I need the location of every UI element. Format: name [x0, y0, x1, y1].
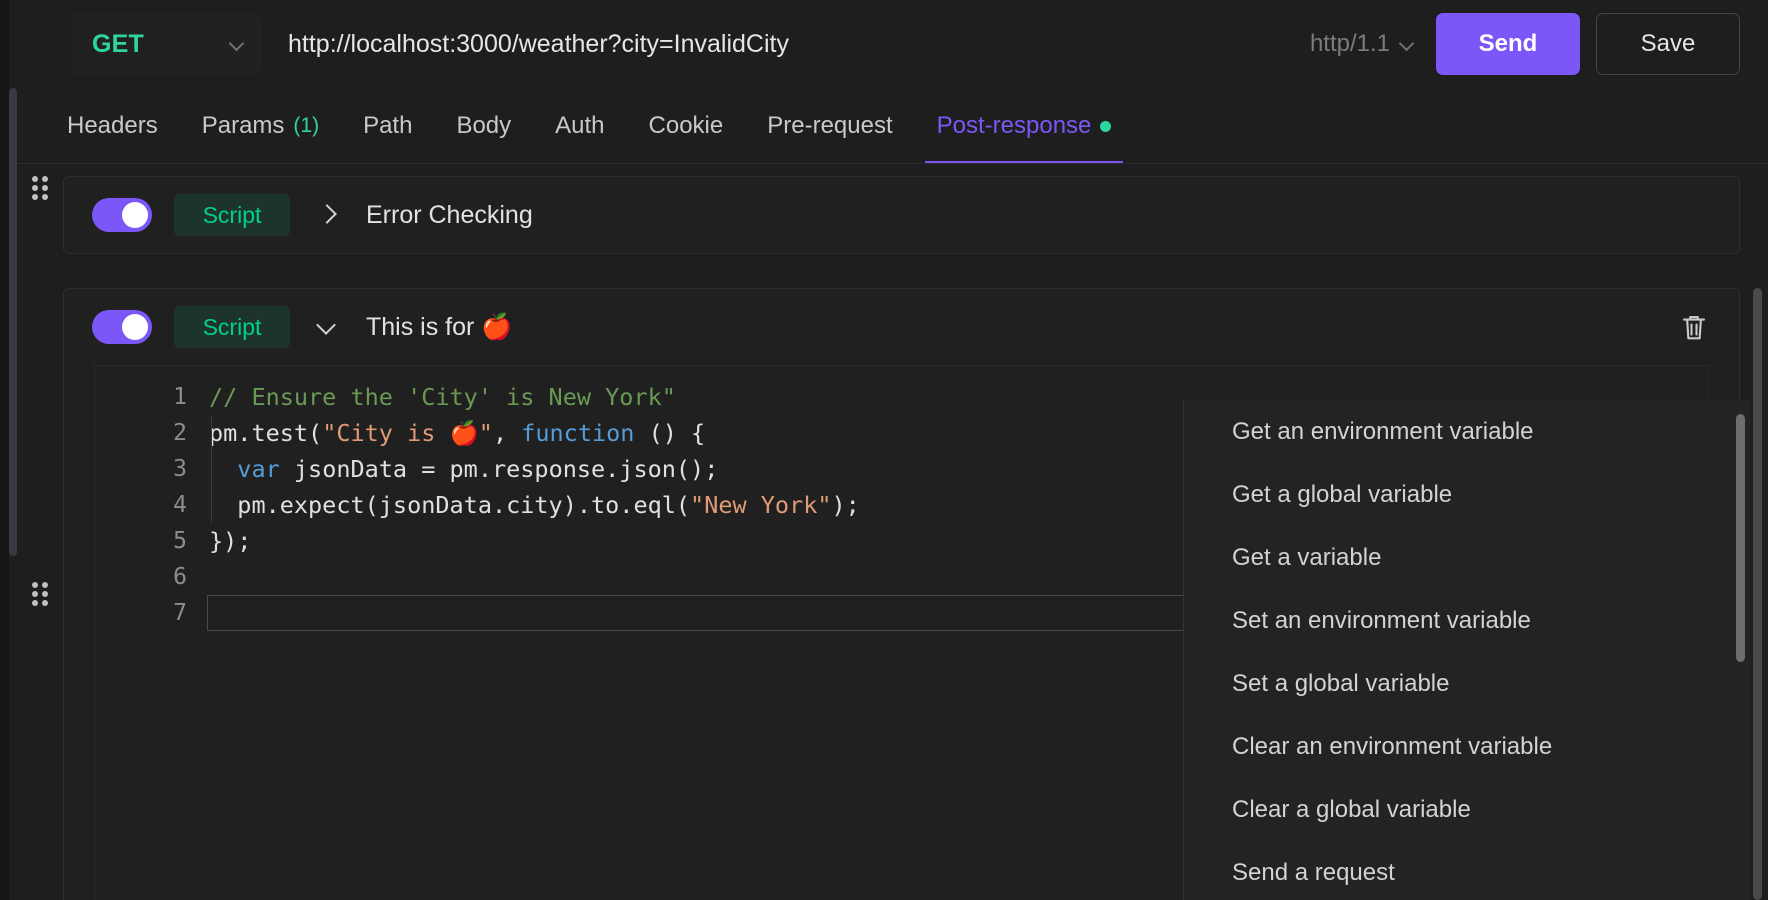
tab-headers[interactable]: Headers	[45, 88, 180, 164]
code-token-string: "City is 🍎"	[322, 419, 493, 447]
code-token-plain: pm.expect(jsonData.city).to.eql(	[209, 491, 691, 519]
request-url-bar: GET http/1.1 Send Save	[17, 0, 1768, 88]
chevron-right-icon[interactable]	[316, 204, 338, 226]
tab-count-badge: (1)	[293, 114, 320, 137]
script-enable-toggle[interactable]	[92, 310, 152, 344]
request-tab-strip: Headers Params (1) Path Body Auth Cookie Pre-re…	[17, 88, 1768, 164]
tab-label: Auth	[555, 112, 605, 139]
code-token-plain: );	[831, 491, 860, 519]
autocomplete-item[interactable]: Set a global variable	[1184, 652, 1751, 715]
drag-handle[interactable]	[17, 176, 63, 200]
line-number: 5	[173, 528, 187, 554]
autocomplete-item-label: Get an environment variable	[1232, 417, 1534, 445]
code-token-plain: });	[209, 527, 252, 555]
panel-scrollbar[interactable]	[1753, 288, 1762, 900]
autocomplete-item[interactable]: Get an environment variable	[1184, 400, 1751, 463]
tab-label: Params	[201, 112, 285, 139]
request-editor-app: GET http/1.1 Send Save HeadersParams(1)P…	[0, 0, 1768, 900]
toggle-knob	[122, 202, 148, 228]
left-edge-strip	[0, 0, 9, 900]
tab-status-dot-icon	[1100, 120, 1112, 132]
http-method-label: GET	[92, 29, 144, 58]
script-enable-toggle[interactable]	[92, 198, 152, 232]
editor-line-numbers: 1 2 3 4 5 6 7	[95, 366, 207, 900]
tab-cookie[interactable]: Cookie	[627, 88, 746, 164]
autocomplete-item[interactable]: Clear a global variable	[1184, 778, 1751, 841]
line-number: 1	[173, 384, 187, 410]
code-token-plain: ,	[492, 419, 522, 447]
drag-dots-icon	[32, 582, 48, 606]
http-method-selector[interactable]: GET	[72, 13, 262, 75]
tab-params[interactable]: Params (1)	[180, 88, 341, 164]
tab-post-response[interactable]: Post-response	[915, 88, 1134, 164]
line-number: 4	[173, 492, 187, 518]
code-token-plain: jsonData = pm.response.json();	[279, 455, 719, 483]
autocomplete-list: Get an environment variable Get a global …	[1184, 400, 1751, 900]
script-card-header: Script Error Checking	[64, 177, 1739, 253]
chevron-down-icon	[230, 37, 244, 51]
tab-body[interactable]: Body	[434, 88, 533, 164]
code-token-plain: () {	[634, 419, 706, 447]
code-token-keyword: function	[521, 419, 635, 447]
autocomplete-item[interactable]: Get a global variable	[1184, 463, 1751, 526]
tab-pre-request[interactable]: Pre-request	[745, 88, 914, 164]
url-input[interactable]	[288, 29, 1296, 59]
left-panel-scrollbar[interactable]	[9, 88, 17, 556]
code-token-comment: // Ensure the 'City' is New York"	[209, 383, 676, 411]
autocomplete-item-label: Get a variable	[1232, 543, 1382, 571]
autocomplete-dropdown[interactable]: Get an environment variable Get a global …	[1183, 400, 1751, 900]
code-token-string: "New York"	[690, 491, 832, 519]
tab-label: Cookie	[648, 112, 724, 139]
tab-auth[interactable]: Auth	[533, 88, 626, 164]
tab-label: Post-response	[936, 112, 1092, 139]
indent-guide	[211, 415, 212, 523]
code-token-plain: pm.test(	[209, 419, 323, 447]
autocomplete-item-label: Clear a global variable	[1232, 795, 1471, 823]
script-type-badge[interactable]: Script	[174, 194, 290, 236]
autocomplete-item-label: Set an environment variable	[1232, 606, 1531, 634]
code-token-keyword: var	[237, 455, 280, 483]
autocomplete-item-label: Set a global variable	[1232, 669, 1450, 697]
tab-path[interactable]: Path	[341, 88, 434, 164]
script-title: Error Checking	[366, 200, 533, 229]
line-number: 2	[173, 420, 187, 446]
autocomplete-item[interactable]: Send a request	[1184, 841, 1751, 900]
autocomplete-scroll-thumb[interactable]	[1736, 414, 1745, 662]
script-card: Script Error Checking	[63, 176, 1740, 254]
line-number: 7	[173, 600, 187, 626]
autocomplete-item[interactable]: Clear an environment variable	[1184, 715, 1751, 778]
autocomplete-item[interactable]: Get a variable	[1184, 526, 1751, 589]
line-number: 3	[173, 456, 187, 482]
script-row-collapsed: Script Error Checking	[17, 176, 1740, 254]
chevron-down-icon	[1400, 37, 1414, 51]
script-type-badge[interactable]: Script	[174, 306, 290, 348]
autocomplete-item-label: Send a request	[1232, 858, 1395, 886]
protocol-label: http/1.1	[1309, 30, 1390, 57]
trash-icon	[1682, 315, 1706, 340]
autocomplete-item[interactable]: Set an environment variable	[1184, 589, 1751, 652]
tab-label: Pre-request	[767, 112, 893, 139]
save-button[interactable]: Save	[1596, 13, 1740, 75]
line-number: 6	[173, 564, 187, 590]
chevron-down-icon[interactable]	[316, 316, 338, 338]
tab-label: Path	[363, 112, 413, 139]
autocomplete-item-label: Get a global variable	[1232, 480, 1453, 508]
delete-script-button[interactable]	[1679, 311, 1709, 343]
tab-strip-divider	[17, 163, 1768, 164]
toggle-knob	[122, 314, 148, 340]
script-card-header: Script This is for 🍎	[64, 289, 1739, 365]
drag-dots-icon	[32, 176, 48, 200]
protocol-selector[interactable]: http/1.1	[1310, 30, 1414, 58]
send-button[interactable]: Send	[1436, 13, 1580, 75]
script-title: This is for 🍎	[366, 312, 513, 341]
tab-label: Body	[456, 112, 512, 139]
tab-label: Headers	[67, 112, 158, 139]
autocomplete-item-label: Clear an environment variable	[1232, 732, 1553, 760]
drag-handle[interactable]	[17, 288, 63, 900]
